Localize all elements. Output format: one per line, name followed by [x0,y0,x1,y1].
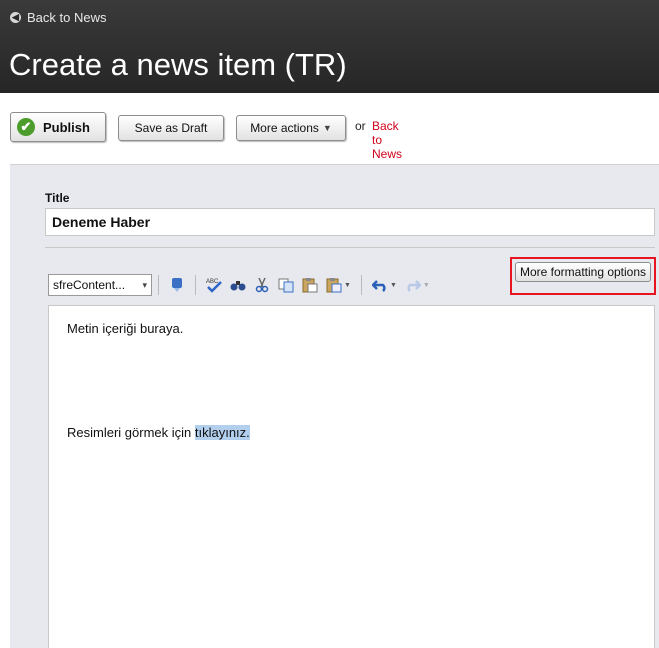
page-title: Create a news item (TR) [9,47,347,82]
or-text: or [355,119,366,133]
svg-text:ABC: ABC [206,279,219,285]
spellcheck-icon[interactable]: ABC [205,276,223,294]
toolbar-separator [360,275,362,295]
chevron-down-icon[interactable]: ▼ [390,282,397,289]
redo-icon[interactable] [404,276,422,294]
editor-content-area[interactable]: Metin içeriği buraya. Resimleri görmek i… [48,305,655,648]
chevron-down-icon: ▼ [322,123,332,133]
page-header: ◀ Back to News Create a news item (TR) [0,0,659,93]
back-arrow-icon: ◀ [10,12,21,23]
back-link-label: Back to News [27,10,107,25]
toolbar-separator [158,275,159,295]
editor-paragraph: Resimleri görmek için tıklayınız. [67,425,250,440]
save-draft-button[interactable]: Save as Draft [118,115,224,141]
copy-icon[interactable] [277,276,295,294]
editor-toolbar: sfreContent... ▾ ABC ▼ ▼ ▼ [48,273,434,297]
chevron-down-icon[interactable]: ▼ [344,282,351,289]
style-select[interactable]: sfreContent... ▾ [48,274,152,296]
style-select-value: sfreContent... [53,278,126,292]
toolbar-separator [195,275,196,295]
paste-icon[interactable] [301,276,319,294]
more-actions-label: More actions [250,121,319,135]
title-input[interactable] [45,208,655,236]
undo-icon[interactable] [371,276,389,294]
selected-link-text[interactable]: tıklayınız. [194,425,250,440]
publish-label: Publish [43,119,90,135]
more-formatting-button[interactable]: More formatting options [515,262,651,282]
more-actions-button[interactable]: More actions ▼ [236,115,346,141]
back-to-news-link[interactable]: ◀ Back to News [10,10,106,25]
check-icon: ✔ [17,118,35,136]
publish-button[interactable]: ✔ Publish [10,112,106,142]
chevron-down-icon[interactable]: ▼ [423,282,430,289]
cut-icon[interactable] [253,276,271,294]
title-label: Title [45,191,70,205]
more-formatting-highlight: More formatting options [510,257,656,295]
edit-panel: Title More formatting options sfreConten… [10,164,659,648]
back-to-news-link-secondary[interactable]: Back to News [372,119,402,161]
chevron-down-icon: ▾ [142,279,147,290]
paste-special-icon[interactable] [325,276,343,294]
find-icon[interactable] [229,276,247,294]
editor-paragraph: Metin içeriği buraya. [67,321,184,336]
divider [45,247,655,248]
paragraph-text: Resimleri görmek için [67,425,195,440]
insert-image-icon[interactable] [168,276,186,294]
